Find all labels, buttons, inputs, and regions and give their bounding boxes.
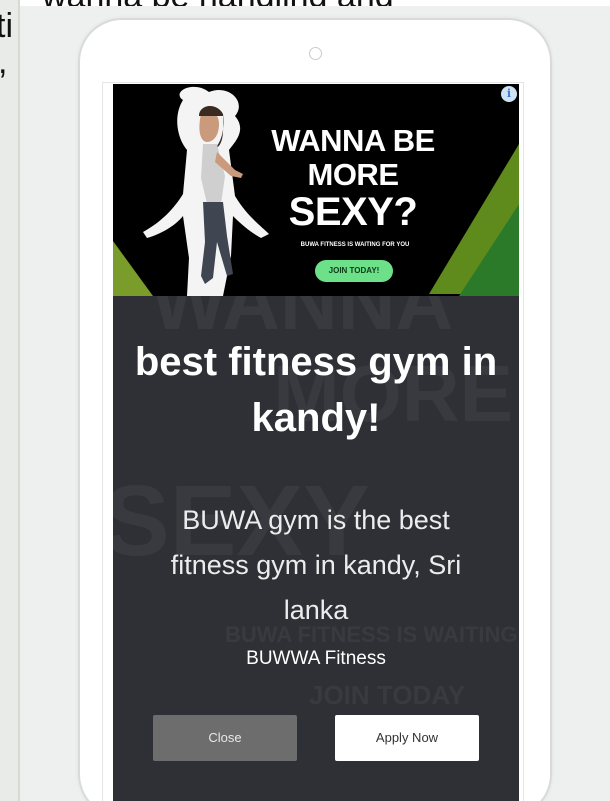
ad-banner[interactable]: WANNA BE MORE SEXY? BUWA FITNESS IS WAIT… <box>113 84 519 296</box>
ad-headline-line-3: SEXY? <box>288 190 418 234</box>
background-text-line-2: , <box>0 44 7 80</box>
ghost-text: JOIN TODAY <box>309 680 466 710</box>
ad-headline: WANNA BE MORE SEXY? <box>263 123 443 234</box>
ad-headline-line-2: MORE <box>307 157 400 192</box>
ad-info-icon[interactable]: i <box>501 86 517 102</box>
background-page <box>0 0 20 801</box>
popup-brand: BUWWA Fitness <box>246 648 386 669</box>
ad-model-image <box>143 86 269 296</box>
ad-join-button[interactable]: JOIN TODAY! <box>315 260 393 282</box>
close-button[interactable]: Close <box>153 715 297 761</box>
ad-decor-triangle <box>459 204 519 296</box>
popup-description: BUWA gym is the best fitness gym in kand… <box>170 505 462 625</box>
background-text-line-1: ti <box>0 7 13 45</box>
phone-camera-icon <box>309 47 322 60</box>
ad-tagline: BUWA FITNESS IS WAITING FOR YOU <box>300 242 410 248</box>
popup-panel: WANNA MORE SEXY BUWA FITNESS IS WAITING … <box>113 296 519 801</box>
popup-title: best fitness gym in kandy! <box>134 340 498 440</box>
ad-headline-line-1: WANNA BE <box>271 123 435 158</box>
apply-now-button[interactable]: Apply Now <box>335 715 479 761</box>
